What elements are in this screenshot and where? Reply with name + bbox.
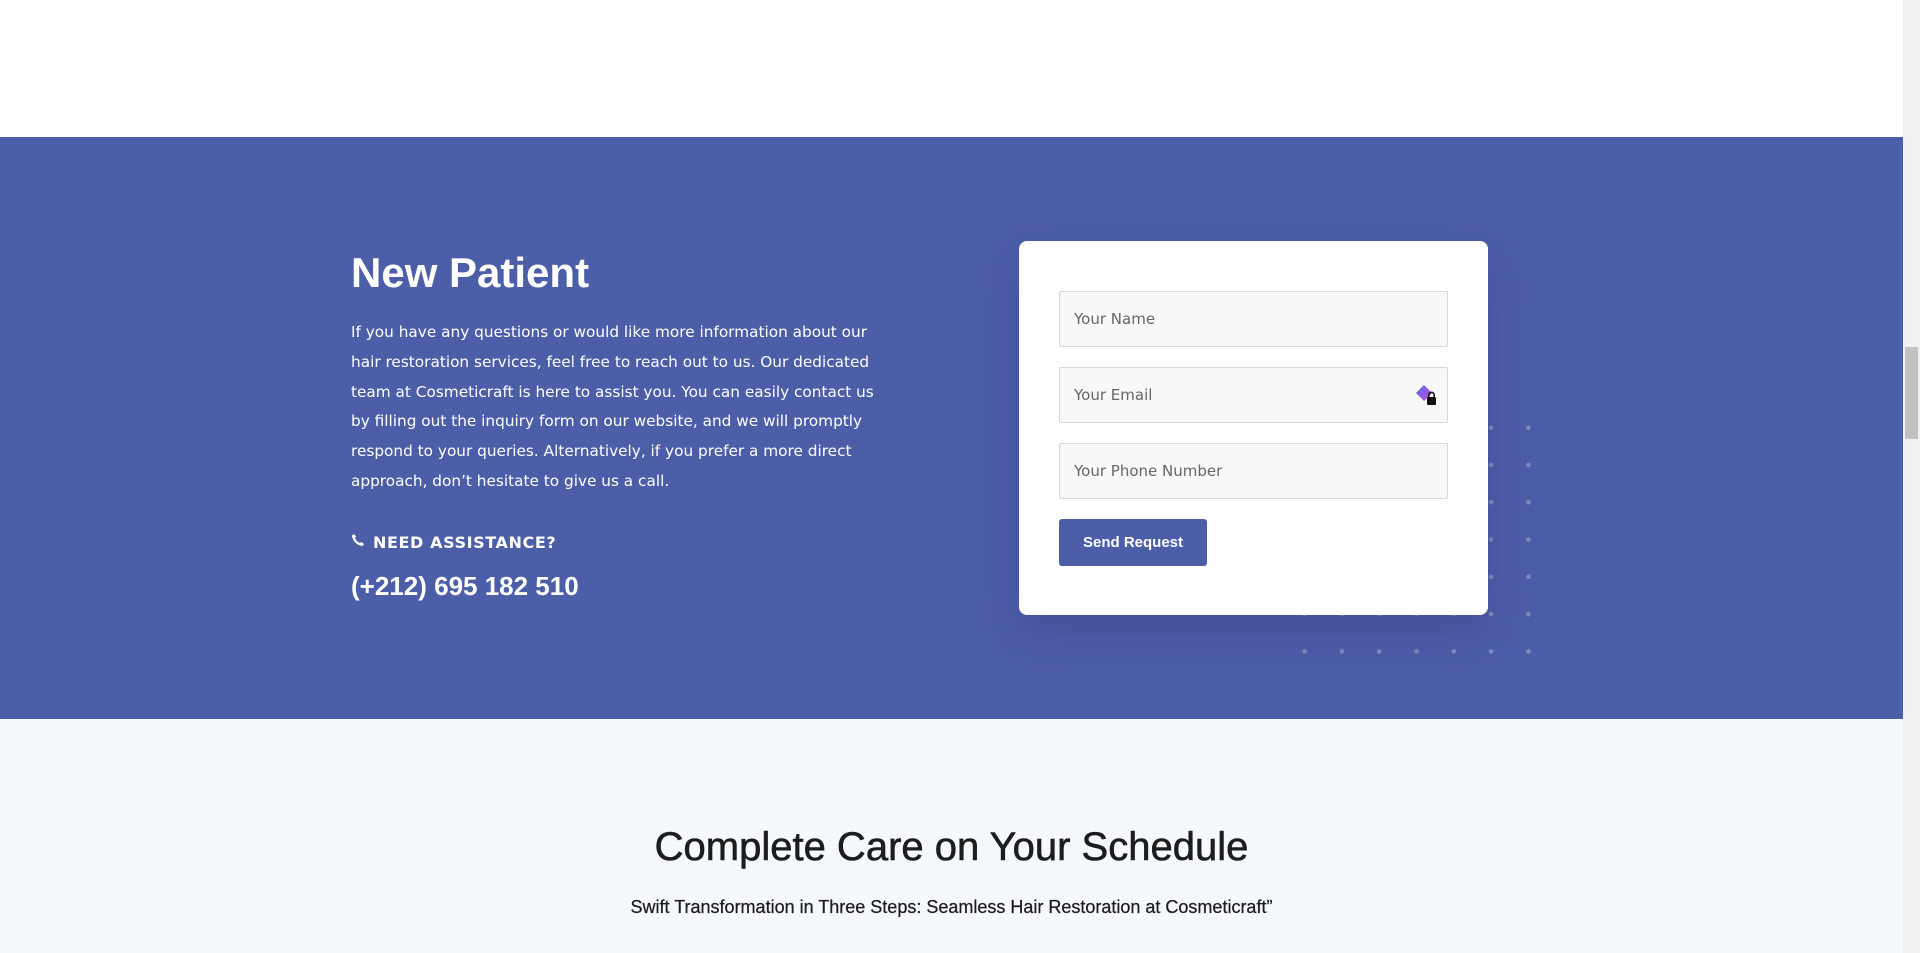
care-schedule-section: Complete Care on Your Schedule Swift Tra… [0,719,1903,953]
request-form-card: Send Request [1019,241,1488,615]
email-field[interactable] [1059,367,1448,423]
page: New Patient If you have any questions or… [0,0,1920,953]
phone-number-link[interactable]: (+212) 695 182 510 [351,571,579,602]
care-subtitle: Swift Transformation in Three Steps: Sea… [630,897,1273,917]
send-request-button[interactable]: Send Request [1059,519,1207,566]
phone-icon [351,533,365,547]
care-title: Complete Care on Your Schedule [654,825,1249,870]
phone-field[interactable] [1059,443,1448,499]
top-white-area [0,0,1903,137]
scrollbar-thumb[interactable] [1905,347,1918,439]
name-field[interactable] [1059,291,1448,347]
section-title: New Patient [351,249,590,296]
page-scrollbar[interactable] [1903,0,1920,953]
new-patient-section: New Patient If you have any questions or… [0,137,1903,719]
assistance-label: NEED ASSISTANCE? [373,533,557,552]
section-description: If you have any questions or would like … [351,323,874,490]
assistance-row: NEED ASSISTANCE? [351,527,556,552]
password-manager-icon[interactable] [1414,384,1440,408]
